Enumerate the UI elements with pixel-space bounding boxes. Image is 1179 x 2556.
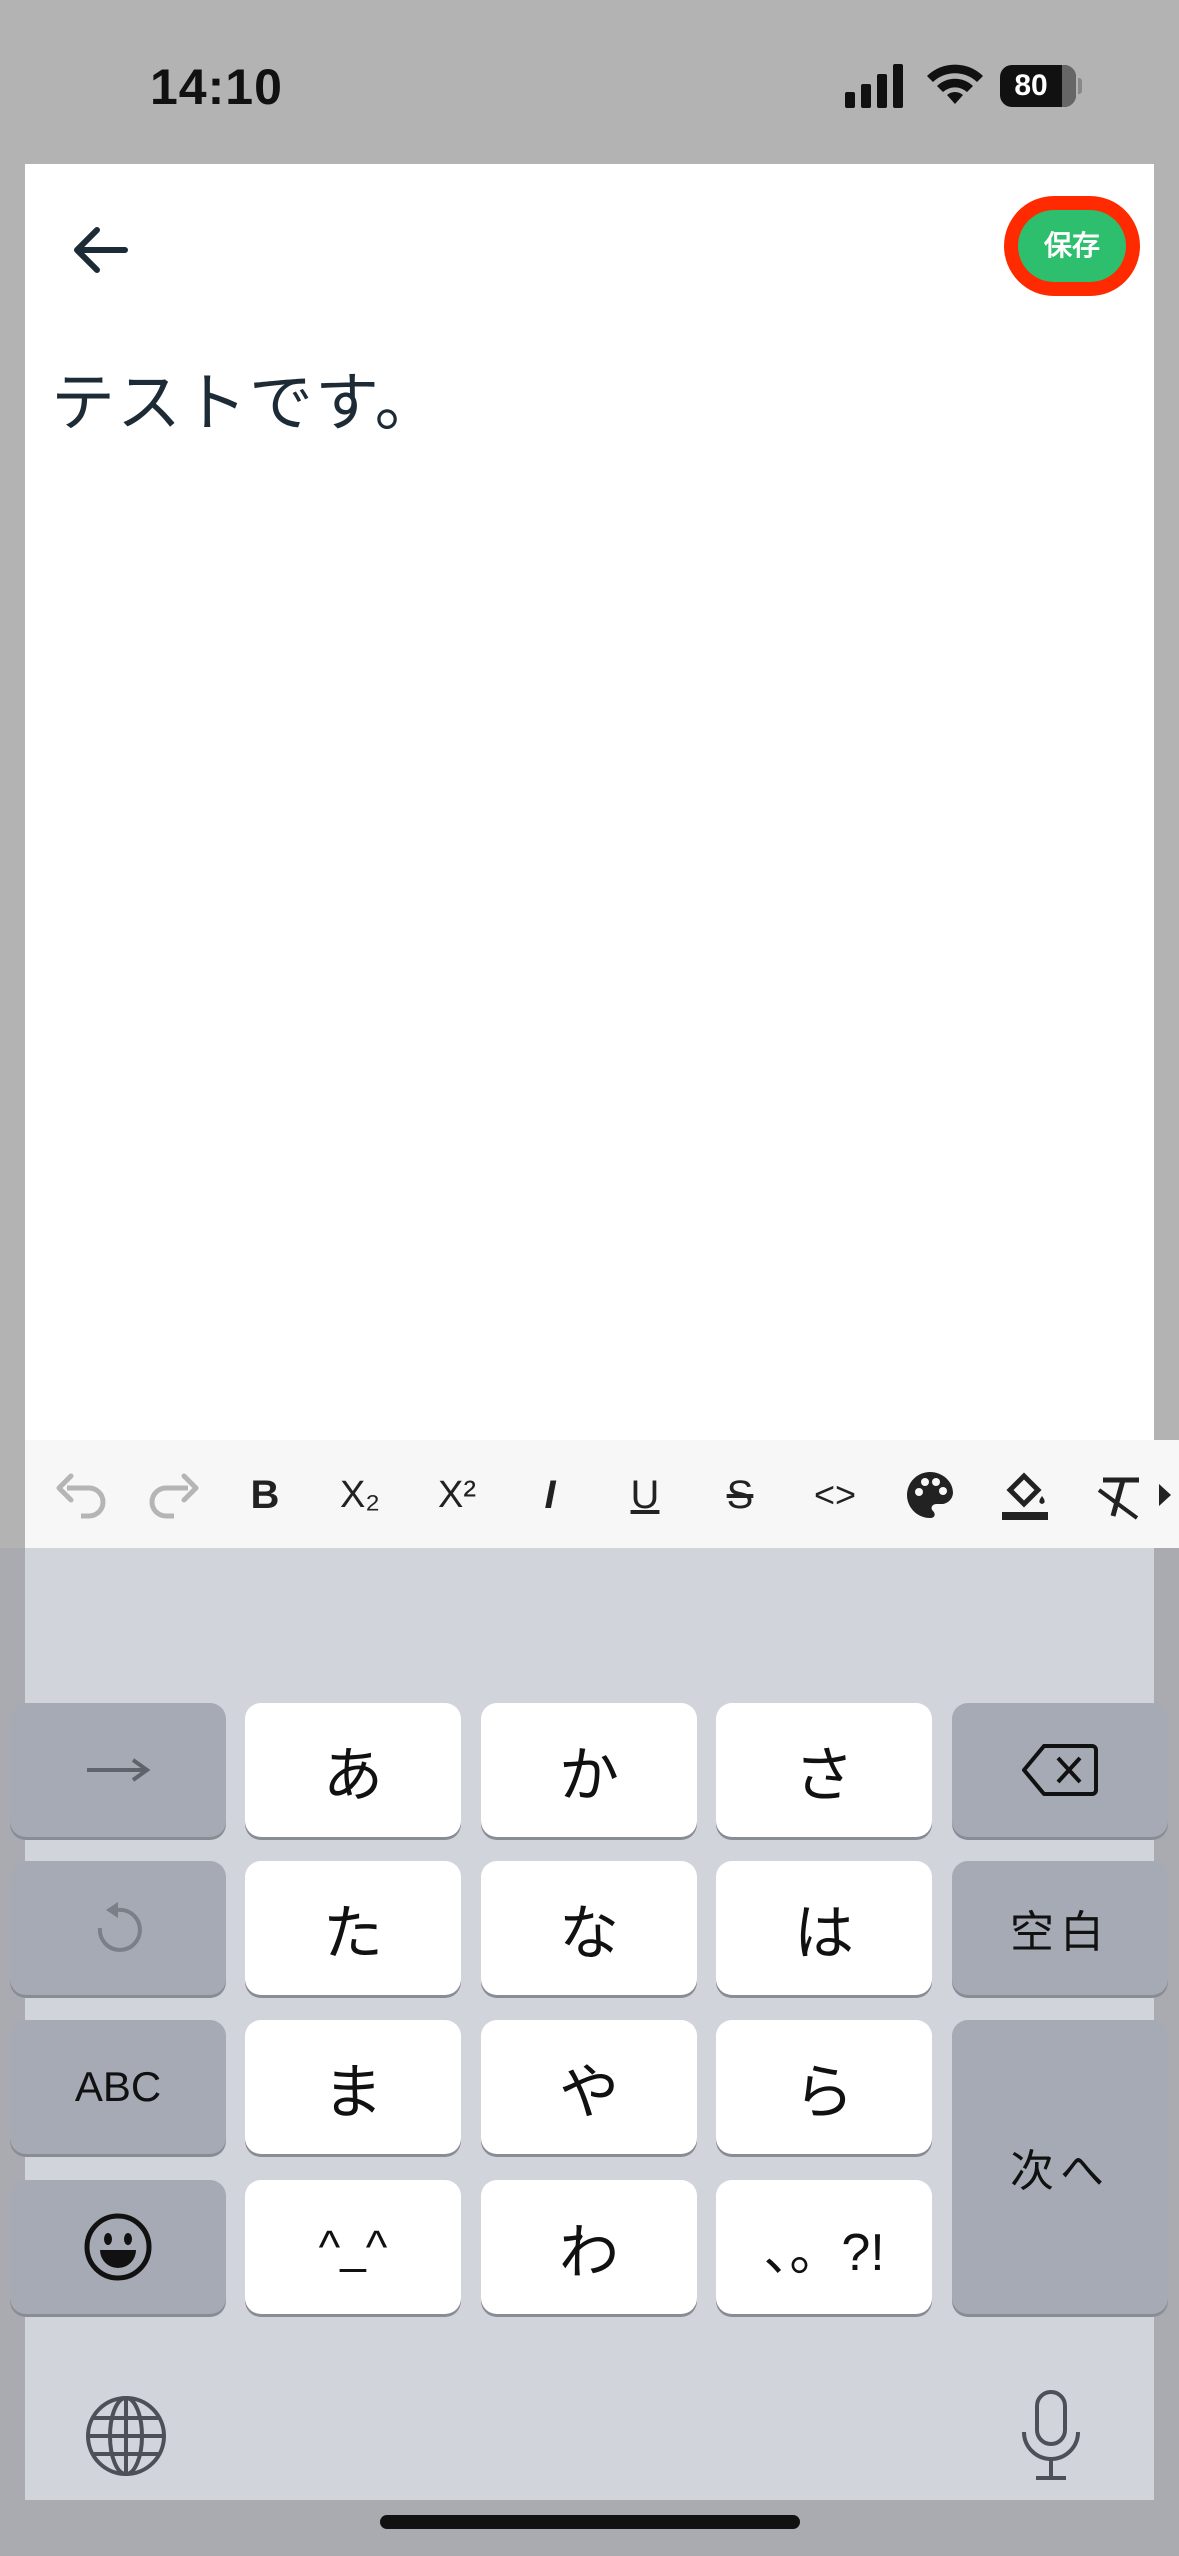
code-button[interactable]: <> <box>800 1460 870 1530</box>
backspace-icon <box>1022 1744 1098 1796</box>
undo-key[interactable] <box>10 1861 226 1995</box>
save-button[interactable]: 保存 <box>1018 210 1126 282</box>
arrow-right-key[interactable] <box>10 1703 226 1837</box>
arrow-right-icon <box>87 1758 151 1782</box>
kana-key-ya[interactable]: や <box>481 2020 697 2154</box>
editor-content[interactable]: テストです。 <box>51 352 441 444</box>
strikethrough-button[interactable]: S <box>705 1460 775 1530</box>
undo-arrow-icon <box>97 1902 142 1952</box>
emoji-icon <box>84 2213 152 2281</box>
globe-icon[interactable] <box>84 2394 168 2478</box>
status-time: 14:10 <box>150 59 283 115</box>
abc-key[interactable]: ABC <box>10 2020 226 2154</box>
back-arrow-icon[interactable] <box>65 214 137 286</box>
palette-icon[interactable] <box>895 1460 965 1530</box>
redo-icon[interactable] <box>140 1460 210 1530</box>
space-key[interactable]: 空白 <box>952 1861 1168 1995</box>
toolbar-more-icon[interactable] <box>1157 1482 1173 1508</box>
home-indicator <box>380 2515 800 2529</box>
kana-key-a[interactable]: あ <box>245 1703 461 1837</box>
clear-format-icon[interactable] <box>1085 1460 1155 1530</box>
battery-indicator: 80 <box>1000 65 1082 107</box>
kana-key-na[interactable]: な <box>481 1861 697 1995</box>
cellular-signal-icon <box>845 64 903 108</box>
bold-button[interactable]: B <box>230 1460 300 1530</box>
kana-key-sa[interactable]: さ <box>716 1703 932 1837</box>
kana-key-ra[interactable]: ら <box>716 2020 932 2154</box>
microphone-icon[interactable] <box>1016 2388 1086 2484</box>
kana-key-wa[interactable]: わ <box>481 2180 697 2314</box>
fill-color-icon[interactable] <box>990 1460 1060 1530</box>
next-key[interactable]: 次へ <box>952 2020 1168 2314</box>
underline-button[interactable]: U <box>610 1460 680 1530</box>
undo-icon[interactable] <box>45 1460 115 1530</box>
kana-key-ma[interactable]: ま <box>245 2020 461 2154</box>
subscript-button[interactable]: X₂ <box>325 1460 395 1530</box>
italic-button[interactable]: I <box>515 1460 585 1530</box>
kana-key-ha[interactable]: は <box>716 1861 932 1995</box>
delete-key[interactable] <box>952 1703 1168 1837</box>
kaomoji-key[interactable]: ^_^ <box>245 2180 461 2314</box>
keyboard: ABC あ か さ た な は ま や ら ^_^ わ 、。?! 空白 次へ <box>0 1548 1179 2556</box>
kana-key-ta[interactable]: た <box>245 1861 461 1995</box>
wifi-icon <box>927 64 983 104</box>
emoji-key[interactable] <box>10 2180 226 2314</box>
formatting-toolbar: B X₂ X² I U S <> <box>25 1440 1179 1548</box>
kana-key-ka[interactable]: か <box>481 1703 697 1837</box>
punctuation-key[interactable]: 、。?! <box>716 2180 932 2314</box>
superscript-button[interactable]: X² <box>422 1460 492 1530</box>
battery-level: 80 <box>1014 69 1048 102</box>
